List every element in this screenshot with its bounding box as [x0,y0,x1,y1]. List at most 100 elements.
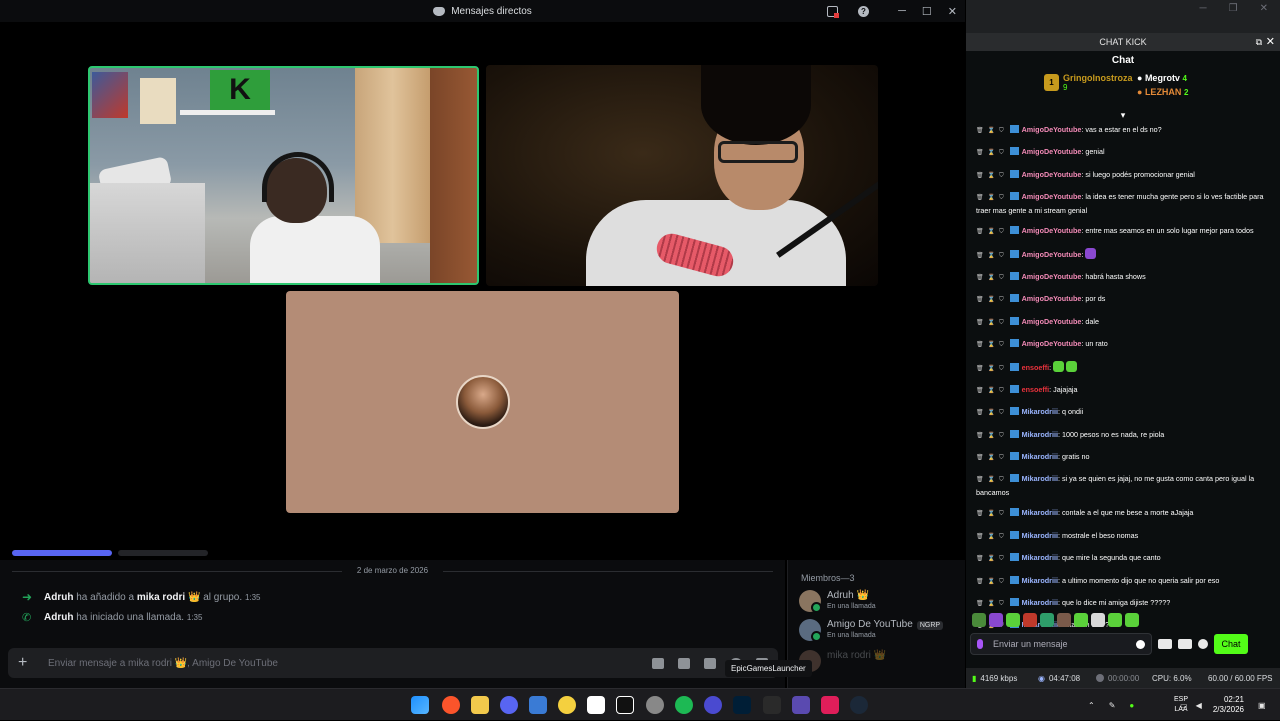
emote-icon[interactable] [1091,613,1105,627]
chat-username[interactable]: Mikarodriii [1022,474,1058,483]
chat-username[interactable]: Mikarodriii [1022,508,1058,517]
moderation-icons[interactable]: 🗑⌛⛉ [976,556,1008,562]
emote-icon[interactable] [989,613,1003,627]
gif-icon[interactable] [678,657,690,669]
notification-icon[interactable]: ▣ [1258,689,1266,721]
chat-username[interactable]: AmigoDeYoutube [1022,170,1082,179]
mic-icon[interactable]: ● [1129,701,1134,710]
app-icon[interactable] [792,696,810,714]
inbox-icon[interactable] [827,5,839,18]
message-placeholder[interactable]: Enviar mensaje a mika rodri 👑, Amigo De … [48,658,652,669]
minimize-button[interactable]: ─ [898,5,906,17]
tiktok-live-icon[interactable] [821,696,839,714]
network-icon[interactable]: ▭ [1180,701,1188,710]
gift-icon[interactable] [652,657,664,669]
moderation-icons[interactable]: 🗑⌛⛉ [976,388,1008,394]
chat-username[interactable]: Mikarodriii [1022,553,1058,562]
moderation-icons[interactable]: 🗑⌛⛉ [976,477,1008,483]
call-tab-active[interactable] [12,550,112,556]
spotify-icon[interactable] [675,696,693,714]
moderation-icons[interactable]: 🗑⌛⛉ [976,253,1008,259]
restore-button[interactable]: ❐ [1229,3,1238,14]
video-tile-mika[interactable] [286,291,679,513]
chat-username[interactable]: AmigoDeYoutube [1022,294,1082,303]
pen-icon[interactable]: ✎ [1109,701,1116,710]
moderation-icons[interactable]: 🗑⌛⛉ [976,511,1008,517]
chat-username[interactable]: Mikarodriii [1022,598,1058,607]
close-button[interactable]: ✕ [1260,3,1268,14]
moderation-icons[interactable]: 🗑⌛⛉ [976,366,1008,372]
epic-games-icon[interactable] [763,696,781,714]
chat-username[interactable]: Mikarodriii [1022,407,1058,416]
emote-icon[interactable] [1074,613,1088,627]
chat-username[interactable]: AmigoDeYoutube [1022,272,1082,281]
chat-send-button[interactable]: Chat [1214,634,1248,654]
moderation-icons[interactable]: 🗑⌛⛉ [976,410,1008,416]
chat-username[interactable]: AmigoDeYoutube [1022,125,1082,134]
chat-username[interactable]: Mikarodriii [1022,531,1058,540]
call-tab[interactable] [118,550,208,556]
users-icon[interactable] [1158,639,1172,649]
settings-icon[interactable] [1198,639,1208,649]
chat-username[interactable]: ensoeffi [1022,363,1050,372]
moderation-icons[interactable]: 🗑⌛⛉ [976,297,1008,303]
chat-username[interactable]: AmigoDeYoutube [1022,250,1082,259]
chat-username[interactable]: Mikarodriii [1022,430,1058,439]
plus-icon[interactable]: + [18,654,48,672]
maximize-button[interactable]: ☐ [922,5,932,18]
capcut-icon[interactable] [587,696,605,714]
chat-username[interactable]: AmigoDeYoutube [1022,192,1082,201]
moderation-icons[interactable]: 🗑⌛⛉ [976,128,1008,134]
moderation-icons[interactable]: 🗑⌛⛉ [976,275,1008,281]
kick-message-input[interactable]: Enviar un mensaje [970,633,1152,655]
member-item[interactable]: Amigo De YouTube NGRP En una llamada [799,619,944,642]
steam-icon[interactable] [850,696,868,714]
brave-icon[interactable] [442,696,460,714]
chat-username[interactable]: AmigoDeYoutube [1022,147,1082,156]
tiktok-icon[interactable] [616,696,634,714]
moderation-icons[interactable]: 🗑⌛⛉ [976,455,1008,461]
emote-icon[interactable] [1040,613,1054,627]
emote-icon[interactable] [1108,613,1122,627]
moderation-icons[interactable]: 🗑⌛⛉ [976,342,1008,348]
chrome-icon[interactable] [646,696,664,714]
emote-icon[interactable] [1023,613,1037,627]
photos-icon[interactable] [529,696,547,714]
chevron-up-icon[interactable]: ⌃ [1088,701,1095,710]
sticker-icon[interactable] [704,657,716,669]
member-item[interactable]: Adruh 👑 En una llamada [799,590,876,613]
video-tile-adruh[interactable]: K [88,66,479,285]
gift-icon[interactable] [1178,639,1192,649]
close-button[interactable]: ✕ [948,5,957,18]
chat-username[interactable]: Mikarodriii [1022,452,1058,461]
photoshop-icon[interactable] [733,696,751,714]
emote-icon[interactable] [972,613,986,627]
moderation-icons[interactable]: 🗑⌛⛉ [976,601,1008,607]
video-tile-amigo[interactable] [486,65,878,286]
obs-icon[interactable] [704,696,722,714]
collapse-chevron-icon[interactable]: ▾ [966,111,1280,123]
chat-username[interactable]: Mikarodriii [1022,576,1058,585]
moderation-icons[interactable]: 🗑⌛⛉ [976,534,1008,540]
windows-start-icon[interactable] [411,696,429,714]
chat-username[interactable]: AmigoDeYoutube [1022,317,1082,326]
moderation-icons[interactable]: 🗑⌛⛉ [976,229,1008,235]
moderation-icons[interactable]: 🗑⌛⛉ [976,150,1008,156]
chat-username[interactable]: ensoeffi [1022,385,1050,394]
emoji-icon[interactable] [1136,639,1145,649]
close-icon[interactable]: ✕ [1266,33,1275,51]
discord-icon[interactable] [500,696,518,714]
moderation-icons[interactable]: 🗑⌛⛉ [976,320,1008,326]
popout-icon[interactable]: ⧉ [1256,33,1262,51]
emote-icon[interactable] [1057,613,1071,627]
clock[interactable]: 02:21 2/3/2026 [1213,695,1244,715]
moderation-icons[interactable]: 🗑⌛⛉ [976,195,1008,201]
moderation-icons[interactable]: 🗑⌛⛉ [976,433,1008,439]
emote-icon[interactable] [1006,613,1020,627]
file-explorer-icon[interactable] [471,696,489,714]
moderation-icons[interactable]: 🗑⌛⛉ [976,173,1008,179]
chat-username[interactable]: AmigoDeYoutube [1022,339,1082,348]
volume-icon[interactable]: ◀ [1196,701,1202,710]
moderation-icons[interactable]: 🗑⌛⛉ [976,579,1008,585]
emote-icon[interactable] [1125,613,1139,627]
